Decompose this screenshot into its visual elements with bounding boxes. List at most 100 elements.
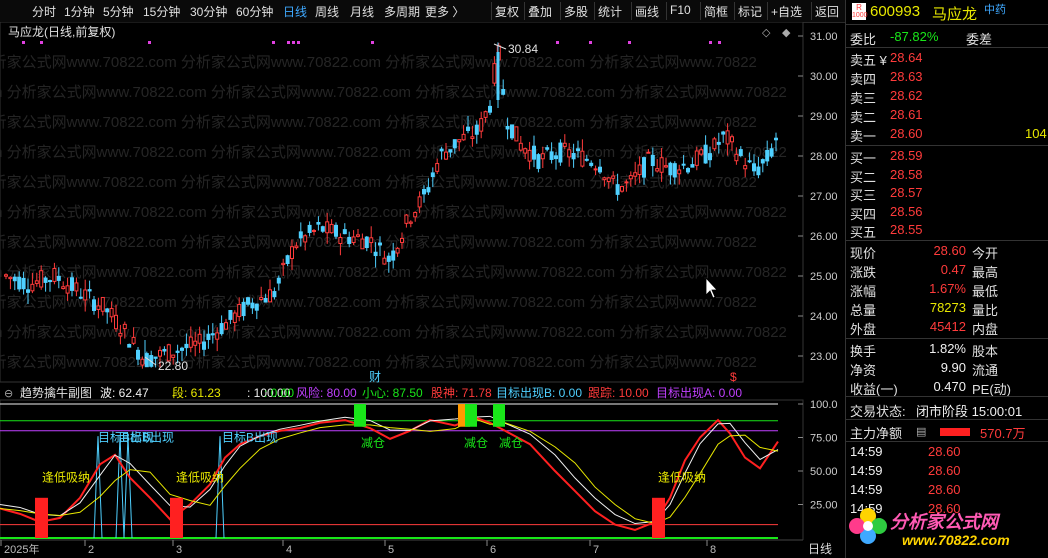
sell-level-4: 卖四 28.63 — [850, 69, 923, 87]
toolbar-item-3[interactable]: 15分钟 — [143, 3, 180, 20]
toolbar-right-item-2[interactable]: 多股 — [564, 3, 588, 20]
candle — [382, 257, 387, 265]
buy-level-1: 买一 28.59 — [850, 148, 923, 166]
y-tick-label: 31.00 — [810, 31, 838, 43]
chart-area[interactable]: .com 分析家公式网www.70822.com 分析家公式网www.70822… — [0, 22, 845, 558]
candle — [584, 158, 589, 161]
candle — [725, 130, 730, 145]
dividend-marker: $ — [730, 370, 737, 384]
target-b-spike — [215, 436, 225, 539]
candle — [237, 303, 242, 318]
toolbar-right-item-9[interactable]: 返回 — [815, 3, 839, 20]
candle — [730, 136, 734, 143]
candle — [518, 142, 523, 151]
candle — [276, 277, 281, 284]
toolbar-right-item-0[interactable]: 复权 — [495, 3, 519, 20]
candle — [567, 149, 572, 158]
y-tick-label: 29.00 — [810, 111, 838, 123]
candle — [395, 247, 400, 254]
candle — [364, 236, 369, 248]
watermark-text: .com 分析家公式网www.70822.com 分析家公式网www.70822… — [0, 324, 787, 341]
toolbar-right-item-8[interactable]: +自选 — [771, 3, 802, 20]
candle — [562, 142, 567, 147]
toolbar-right-item-4[interactable]: 画线 — [635, 3, 659, 20]
target-b-spike — [115, 436, 125, 539]
candle — [48, 280, 52, 283]
buy-level-4: 买四 28.56 — [850, 203, 923, 222]
buy-low-bar — [170, 497, 183, 538]
signal-dot — [371, 41, 374, 44]
candle — [400, 237, 404, 243]
toolbar-item-4[interactable]: 30分钟 — [190, 3, 227, 20]
candle — [721, 131, 726, 135]
watermark-text: .com 分析家公式网www.70822.com 分析家公式网www.70822… — [0, 354, 757, 371]
signal-annotation: 逢低吸纳 — [176, 471, 224, 485]
tick-row: 14:5928.60 — [850, 463, 961, 478]
candle — [430, 172, 435, 178]
watermark-text: .com 分析家公式网www.70822.com 分析家公式网www.70822… — [0, 204, 787, 221]
candle — [158, 349, 162, 357]
candle — [8, 276, 13, 280]
x-tick-label: 8 — [710, 544, 716, 556]
settings-diamond-icon[interactable]: ◆ — [782, 27, 791, 39]
candle — [136, 349, 140, 360]
candle — [78, 296, 83, 299]
toolbar-item-6[interactable]: 日线 — [283, 3, 307, 20]
toolbar-item-2[interactable]: 5分钟 — [103, 3, 134, 20]
candle — [580, 150, 585, 167]
candle — [65, 285, 70, 294]
candle — [576, 148, 580, 152]
candle — [153, 356, 158, 359]
trade-status-row: 交易状态: 闭市阶段 15:00:01 — [850, 404, 1023, 419]
toolbar-item-9[interactable]: 多周期 — [384, 3, 420, 20]
candle — [210, 333, 215, 336]
indicator-value-1: 段: 61.23 — [172, 385, 221, 400]
toolbar-item-5[interactable]: 60分钟 — [236, 3, 273, 20]
diamond-icon[interactable]: ◇ — [762, 27, 771, 39]
candle — [479, 118, 484, 132]
candle — [298, 231, 303, 239]
candle — [303, 235, 308, 243]
toolbar-right-item-5[interactable]: F10 — [670, 3, 691, 17]
toolbar-item-7[interactable]: 周线 — [315, 3, 339, 20]
signal-dot — [628, 41, 631, 44]
signal-dot — [272, 41, 275, 44]
candle — [637, 164, 642, 176]
candle — [105, 308, 110, 313]
candle — [655, 168, 660, 172]
candle — [650, 154, 655, 167]
candle — [144, 353, 149, 368]
candle — [774, 137, 778, 141]
candle — [369, 237, 374, 244]
candle — [281, 262, 286, 266]
toolbar-item-10[interactable]: 更多 〉 — [425, 3, 464, 20]
signal-dot — [22, 41, 25, 44]
candle — [329, 223, 334, 234]
stat-row: 收益(一) 0.470 PE(动) — [850, 379, 1012, 397]
toolbar-item-8[interactable]: 月线 — [350, 3, 374, 20]
candle — [422, 189, 426, 195]
candle — [417, 196, 422, 208]
net-flow-toggle-icon[interactable]: ▤ — [916, 425, 926, 438]
toolbar-right-item-1[interactable]: 叠加 — [528, 3, 552, 20]
indicator-y-tick: 100.0 — [810, 399, 838, 411]
toolbar-item-0[interactable]: 分时 — [32, 3, 56, 20]
candle — [734, 153, 739, 162]
candle — [386, 255, 391, 262]
candle — [100, 296, 105, 312]
toolbar-item-1[interactable]: 1分钟 — [64, 3, 95, 20]
candle — [642, 157, 646, 178]
candle — [646, 151, 651, 154]
sector-tag[interactable]: 中药 — [984, 1, 1006, 17]
toolbar-right-item-7[interactable]: 标记 — [738, 3, 762, 20]
reduce-block — [354, 404, 366, 427]
candle — [549, 151, 554, 160]
candle — [624, 181, 629, 184]
candle — [747, 160, 752, 163]
x-tick-label: 7 — [593, 544, 599, 556]
candle — [505, 126, 510, 130]
buy-level-3: 买三 28.57 — [850, 185, 923, 203]
toolbar-right-item-6[interactable]: 简框 — [704, 3, 728, 20]
toolbar-right-item-3[interactable]: 统计 — [598, 3, 622, 20]
candle — [615, 184, 620, 195]
